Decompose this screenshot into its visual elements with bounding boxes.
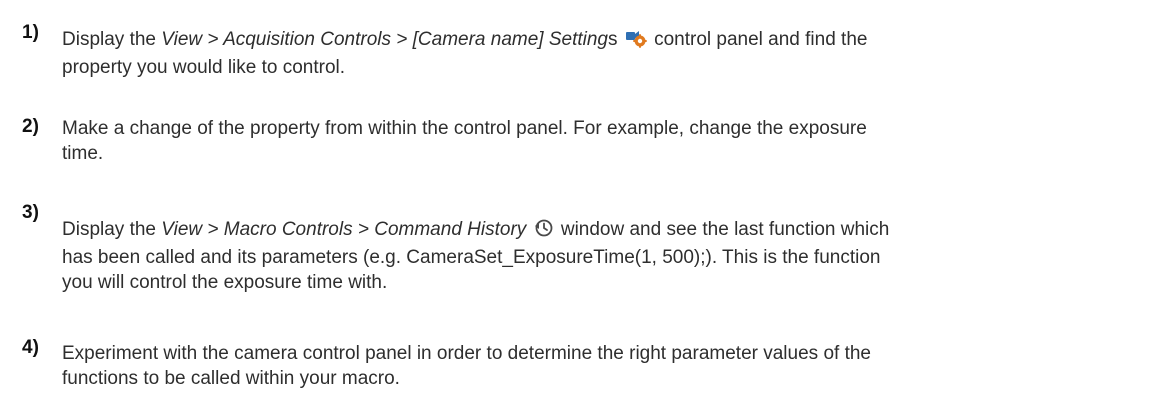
command-history-icon [534,218,554,245]
step-number: 2) [22,116,39,137]
step-number: 3) [22,202,39,223]
step-text: Display the View > Macro Controls > Comm… [62,218,890,293]
menu-path: View > Acquisition Controls > [Camera na… [161,29,609,50]
step-number: 1) [22,22,39,43]
menu-path: View > Macro Controls > Command History [161,219,527,240]
step-text: Experiment with the camera control panel… [62,343,871,389]
step-number: 4) [22,337,39,358]
camera-settings-icon [625,28,647,55]
step-text: Display the View > Acquisition Controls … [62,28,868,78]
step-text: Make a change of the property from withi… [62,118,867,164]
